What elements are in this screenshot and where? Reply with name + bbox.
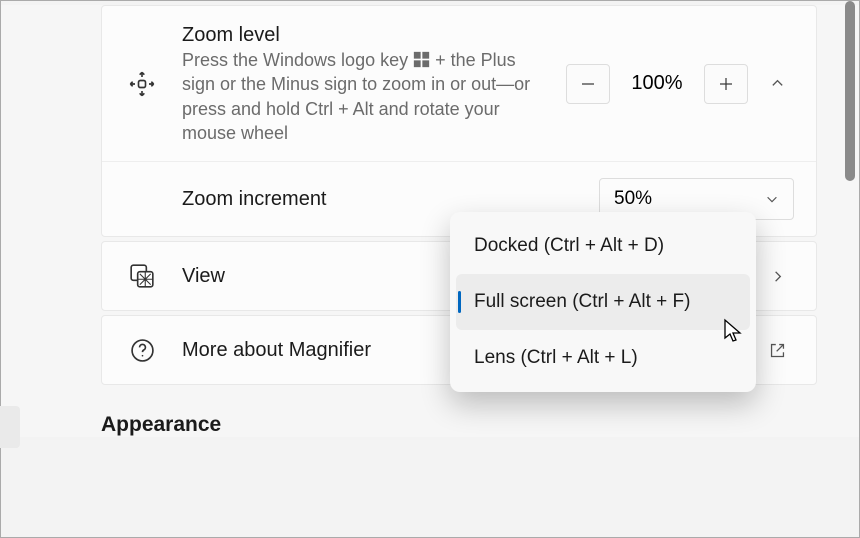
zoom-in-button[interactable] xyxy=(704,64,748,104)
zoom-increment-value: 50% xyxy=(614,188,652,210)
chevron-right-icon xyxy=(760,269,794,284)
zoom-desc-before: Press the Windows logo key xyxy=(182,50,413,70)
windows-logo-icon xyxy=(413,51,430,68)
menu-item-lens[interactable]: Lens (Ctrl + Alt + L) xyxy=(456,330,750,386)
external-link-icon xyxy=(760,342,794,359)
zoom-value: 100% xyxy=(622,72,692,95)
scrollbar[interactable] xyxy=(845,1,855,181)
view-icon xyxy=(124,263,160,289)
chevron-down-icon xyxy=(765,192,779,206)
nav-stub xyxy=(0,406,20,448)
menu-item-docked[interactable]: Docked (Ctrl + Alt + D) xyxy=(456,218,750,274)
card-zoom: Zoom level Press the Windows logo key + … xyxy=(101,5,817,237)
collapse-button[interactable] xyxy=(760,76,794,91)
zoom-increment-title: Zoom increment xyxy=(182,186,599,212)
zoom-level-title: Zoom level xyxy=(182,22,566,48)
help-icon xyxy=(124,338,160,363)
appearance-heading: Appearance xyxy=(101,413,843,437)
cursor-icon xyxy=(723,318,743,344)
row-zoom-level: Zoom level Press the Windows logo key + … xyxy=(102,6,816,161)
zoom-move-icon xyxy=(124,70,160,98)
zoom-level-desc: Press the Windows logo key + the Plus si… xyxy=(182,48,532,145)
view-dropdown-menu: Docked (Ctrl + Alt + D) Full screen (Ctr… xyxy=(450,212,756,392)
menu-item-fullscreen[interactable]: Full screen (Ctrl + Alt + F) xyxy=(456,274,750,330)
zoom-out-button[interactable] xyxy=(566,64,610,104)
